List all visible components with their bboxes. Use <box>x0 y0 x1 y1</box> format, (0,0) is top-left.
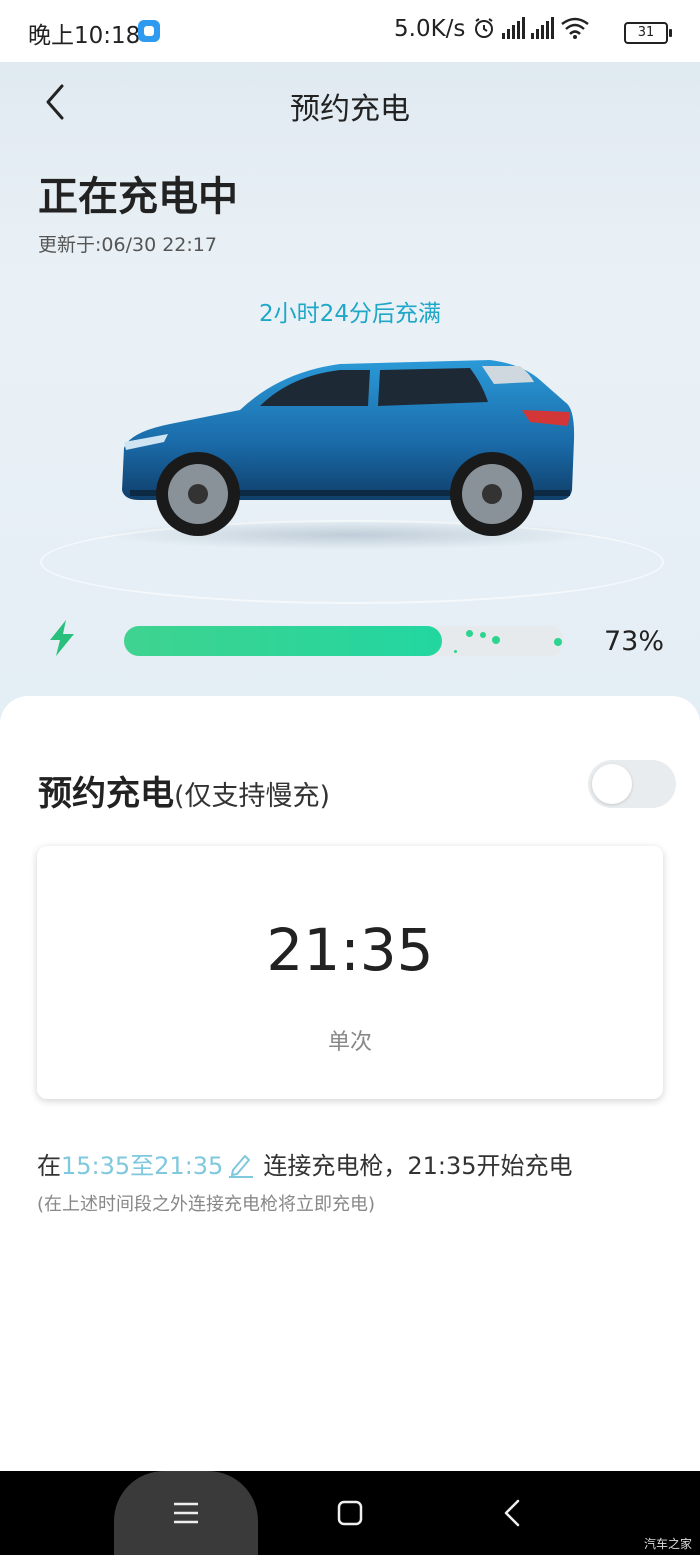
charge-progress-fill <box>124 626 442 656</box>
charge-progress-bar <box>124 626 564 656</box>
info-suffix: 连接充电枪，21:35开始充电 <box>263 1152 573 1180</box>
schedule-time: 21:35 <box>266 916 434 984</box>
toggle-knob <box>592 764 632 804</box>
wifi-icon <box>561 17 589 39</box>
status-icons <box>472 16 590 40</box>
charging-status: 正在充电中 <box>38 174 238 220</box>
battery-icon: 31 <box>624 22 672 44</box>
home-square-icon[interactable] <box>330 1493 370 1533</box>
alarm-icon <box>475 18 493 38</box>
edit-pencil-icon[interactable] <box>227 1150 255 1178</box>
time-range-link[interactable]: 15:35至21:35 <box>61 1152 223 1180</box>
progress-particle <box>480 632 486 638</box>
app-notification-icon <box>138 20 160 42</box>
schedule-toggle[interactable] <box>588 760 676 808</box>
schedule-title-label: 预约充电 <box>38 774 174 814</box>
car-image <box>122 360 575 536</box>
page-title: 预约充电 <box>290 92 410 127</box>
schedule-mode: 单次 <box>327 1030 372 1055</box>
update-time: 更新于:06/30 22:17 <box>38 234 217 256</box>
progress-particle <box>554 638 562 646</box>
menu-icon[interactable] <box>166 1493 206 1533</box>
charge-eta: 2小时24分后充满 <box>259 301 441 327</box>
signal-1-icon <box>502 17 525 39</box>
progress-particle <box>492 636 500 644</box>
network-speed: 5.0K/s <box>394 16 466 42</box>
status-time: 晚上10:18 <box>28 23 141 49</box>
charge-percent: 73% <box>604 626 665 657</box>
schedule-subtitle: (仅支持慢充) <box>174 781 331 812</box>
schedule-time-card[interactable]: 21:35 单次 <box>37 846 663 1099</box>
progress-particle <box>466 630 473 637</box>
signal-2-icon <box>531 17 554 39</box>
schedule-note: (在上述时间段之外连接充电枪将立即充电) <box>37 1194 376 1215</box>
watermark: 汽车之家 <box>643 1537 692 1551</box>
schedule-info: 在15:35至21:35 连接充电枪，21:35开始充电 <box>37 1146 573 1181</box>
status-bar: 晚上10:18 5.0K/s 31 <box>0 0 700 62</box>
charging-bolt-icon <box>50 620 74 656</box>
nav-back-icon[interactable] <box>494 1493 534 1533</box>
info-prefix: 在 <box>37 1152 61 1180</box>
schedule-title: 预约充电(仅支持慢充) <box>38 766 330 815</box>
progress-particle <box>454 650 457 653</box>
system-nav-bar <box>0 1471 700 1555</box>
